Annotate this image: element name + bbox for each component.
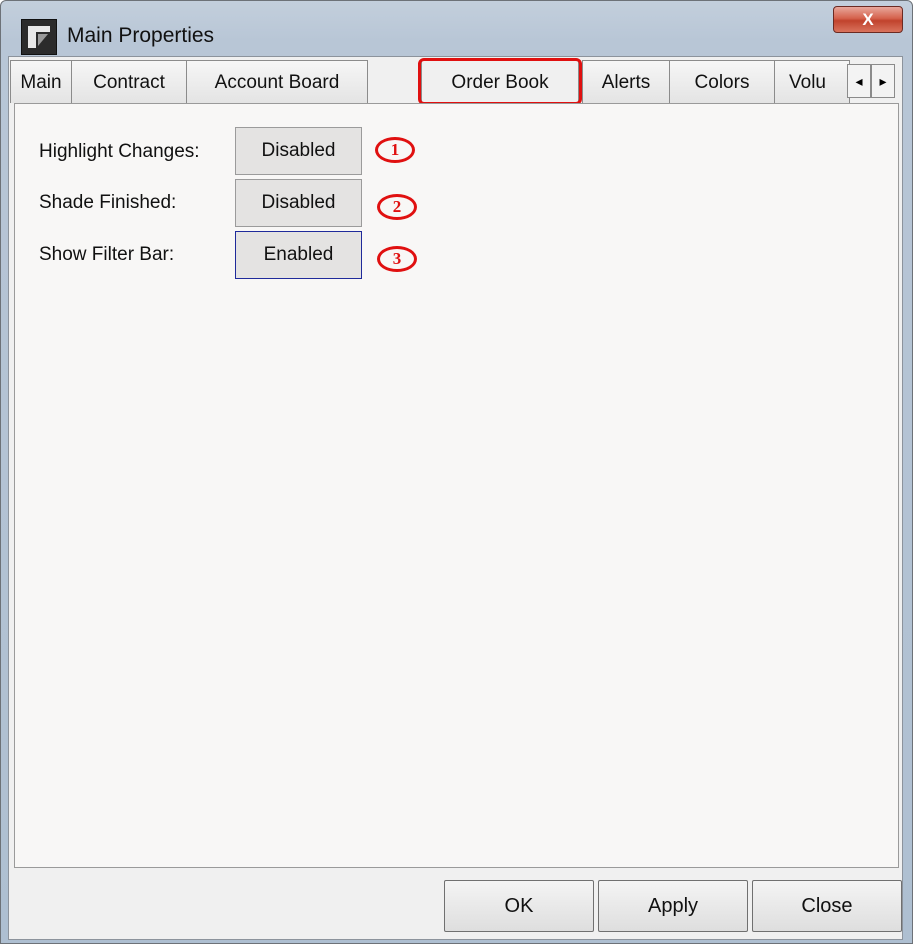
app-icon: [21, 19, 57, 55]
tab-main[interactable]: Main: [10, 60, 72, 103]
tab-account-board[interactable]: Account Board: [186, 60, 368, 103]
window-close-button[interactable]: X: [833, 6, 903, 33]
tab-scroll-left-icon[interactable]: ◂: [847, 64, 871, 98]
tab-volume[interactable]: Volu: [774, 60, 850, 103]
tab-contract[interactable]: Contract: [71, 60, 187, 103]
tab-scroll-right-icon[interactable]: ▸: [871, 64, 895, 98]
shade-finished-label: Shade Finished:: [39, 192, 177, 213]
active-tab-highlight: [418, 58, 582, 105]
annotation-marker-3: 3: [377, 246, 417, 272]
window-title: Main Properties: [67, 24, 215, 47]
annotation-marker-1: 1: [375, 137, 415, 163]
tab-alerts[interactable]: Alerts: [582, 60, 670, 103]
highlight-changes-label: Highlight Changes:: [39, 141, 200, 162]
apply-button[interactable]: Apply: [598, 880, 748, 932]
highlight-changes-button[interactable]: Disabled: [235, 127, 362, 175]
show-filter-bar-button[interactable]: Enabled: [235, 231, 362, 279]
tab-colors[interactable]: Colors: [669, 60, 775, 103]
show-filter-bar-label: Show Filter Bar:: [39, 244, 175, 265]
order-book-panel: [14, 103, 899, 868]
annotation-marker-2: 2: [377, 194, 417, 220]
shade-finished-button[interactable]: Disabled: [235, 179, 362, 227]
title-bar[interactable]: Main Properties X: [1, 1, 912, 57]
tab-scroll-buttons: ◂ ▸: [847, 64, 897, 98]
ok-button[interactable]: OK: [444, 880, 594, 932]
close-button[interactable]: Close: [752, 880, 902, 932]
